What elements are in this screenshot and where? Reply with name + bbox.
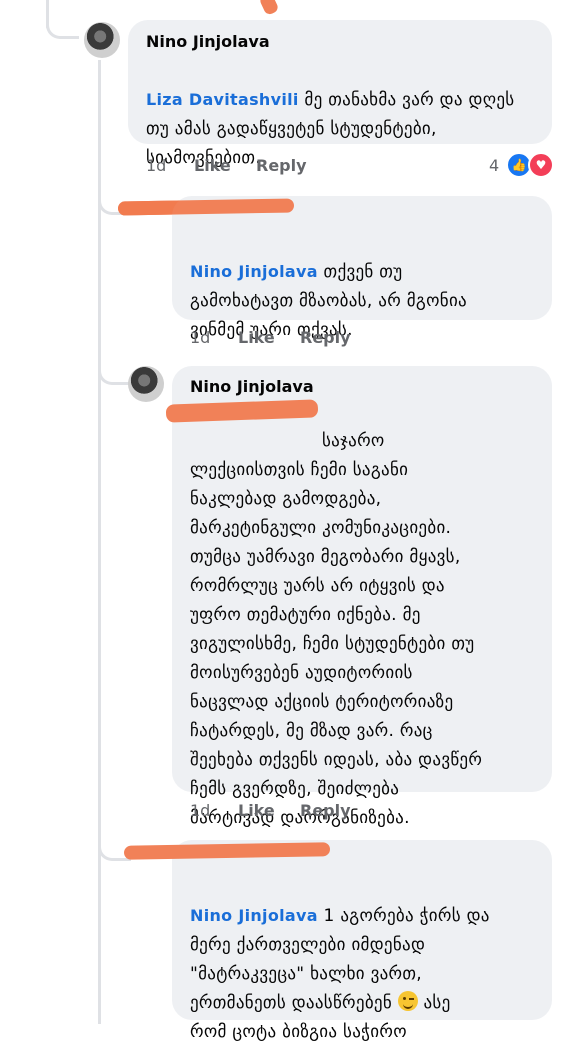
comment-author[interactable]: Nino Jinjolava — [190, 377, 314, 396]
avatar[interactable] — [128, 366, 164, 402]
comment-actions: 1d Like Reply — [190, 801, 490, 821]
comment-text: Nino Jinjolava 1 აგორება ჭირს და მერე ქა… — [190, 906, 490, 1042]
wink-emoji-icon — [397, 991, 418, 1011]
thread-connector-3 — [98, 360, 131, 385]
reply-button[interactable]: Reply — [300, 801, 351, 820]
like-button[interactable]: Like — [194, 156, 231, 175]
comment-author[interactable]: Nino Jinjolava — [146, 32, 270, 51]
thread-connector-top — [46, 14, 79, 39]
reaction-count[interactable]: 4 — [489, 156, 499, 175]
love-icon[interactable]: ♥ — [528, 152, 554, 178]
timestamp[interactable]: 1d — [190, 328, 210, 347]
redaction-top — [258, 0, 280, 17]
mention-link[interactable]: Nino Jinjolava — [190, 906, 318, 925]
mention-link[interactable]: Liza Davitashvili — [146, 90, 299, 109]
avatar[interactable] — [84, 22, 120, 58]
timestamp[interactable]: 1d — [146, 156, 166, 175]
reply-button[interactable]: Reply — [256, 156, 307, 175]
like-button[interactable]: Like — [238, 328, 275, 347]
mention-link[interactable]: Nino Jinjolava — [190, 262, 318, 281]
comment-actions: 1d Like Reply — [146, 156, 546, 176]
like-button[interactable]: Like — [238, 801, 275, 820]
timestamp[interactable]: 1d — [190, 801, 210, 820]
comment-text: საჯარო ლექციისთვის ჩემი საგანი ნაკლებად … — [190, 431, 483, 828]
reply-button[interactable]: Reply — [300, 328, 351, 347]
comment-actions: 1d Like Reply — [190, 328, 490, 348]
